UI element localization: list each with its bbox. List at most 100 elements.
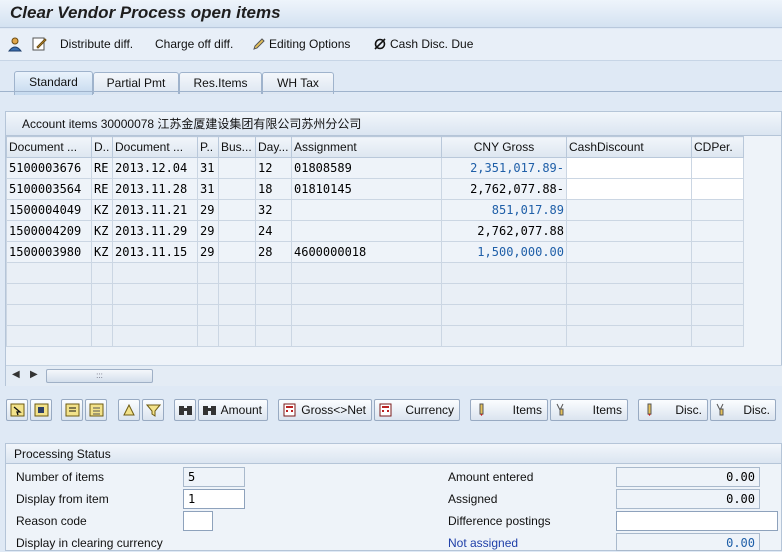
- filter-button[interactable]: [142, 399, 164, 421]
- cell-business-area[interactable]: [218, 199, 256, 221]
- cell-doc-type[interactable]: KZ: [91, 220, 113, 242]
- cell-days[interactable]: 32: [255, 199, 292, 221]
- person-icon[interactable]: [6, 35, 24, 53]
- activate-items-button[interactable]: [61, 399, 83, 421]
- cell-posting-key[interactable]: 29: [197, 220, 219, 242]
- cell-cash-discount[interactable]: [566, 157, 692, 179]
- cell-document-date[interactable]: 2013.11.21: [112, 199, 198, 221]
- cell-doc-type[interactable]: RE: [91, 157, 113, 179]
- table-header-row: Document ... D.. Document ... P.. Bus...…: [6, 136, 744, 158]
- cell-business-area[interactable]: [218, 220, 256, 242]
- cell-document-date[interactable]: 2013.11.28: [112, 178, 198, 200]
- col-doc-type[interactable]: D..: [91, 136, 113, 158]
- amount-button[interactable]: Amount: [198, 399, 268, 421]
- cell-assignment[interactable]: 4600000018: [291, 241, 442, 263]
- cell-days[interactable]: 18: [255, 178, 292, 200]
- reason-code-input[interactable]: [183, 511, 213, 531]
- currency-button[interactable]: Currency: [374, 399, 460, 421]
- cell-days[interactable]: 12: [255, 157, 292, 179]
- cell-posting-key[interactable]: 29: [197, 241, 219, 263]
- cell-posting-key[interactable]: 31: [197, 178, 219, 200]
- table-row[interactable]: 1500004209 KZ 2013.11.29 29 24 2,762,077…: [6, 220, 744, 242]
- cell-document-number[interactable]: 1500004049: [6, 199, 92, 221]
- deactivate-items-button[interactable]: [85, 399, 107, 421]
- charge-off-diff-button[interactable]: Charge off diff.: [155, 37, 233, 51]
- edit-document-icon[interactable]: [30, 35, 48, 53]
- cell-document-date[interactable]: 2013.12.04: [112, 157, 198, 179]
- cell-document-number[interactable]: 5100003676: [6, 157, 92, 179]
- cell-business-area[interactable]: [218, 157, 256, 179]
- window-title: Clear Vendor Process open items: [10, 3, 281, 22]
- cell-cd-percent[interactable]: [691, 241, 744, 263]
- col-cny-gross[interactable]: CNY Gross: [441, 136, 567, 158]
- table-row[interactable]: 1500004049 KZ 2013.11.21 29 32 851,017.8…: [6, 199, 744, 221]
- cell-doc-type[interactable]: KZ: [91, 199, 113, 221]
- col-cd-percent[interactable]: CDPer.: [691, 136, 744, 158]
- gross-net-button[interactable]: Gross<>Net: [278, 399, 372, 421]
- cell-cny-gross[interactable]: 2,762,077.88: [441, 220, 567, 242]
- sort-button[interactable]: [118, 399, 140, 421]
- cell-doc-type[interactable]: KZ: [91, 241, 113, 263]
- display-from-item-input[interactable]: 1: [183, 489, 245, 509]
- cell-business-area[interactable]: [218, 241, 256, 263]
- reason-code-label: Reason code: [16, 514, 87, 528]
- cell-posting-key[interactable]: 29: [197, 199, 219, 221]
- scroll-left-icon[interactable]: ◀: [12, 369, 20, 380]
- col-document-number[interactable]: Document ...: [6, 136, 92, 158]
- editing-options-button[interactable]: Editing Options: [269, 37, 350, 51]
- cell-cny-gross[interactable]: 2,351,017.89-: [441, 157, 567, 179]
- cell-days[interactable]: 24: [255, 220, 292, 242]
- cell-cd-percent[interactable]: [691, 157, 744, 179]
- cell-document-date[interactable]: 2013.11.29: [112, 220, 198, 242]
- cell-business-area[interactable]: [218, 178, 256, 200]
- col-assignment[interactable]: Assignment: [291, 136, 442, 158]
- cell-cd-percent[interactable]: [691, 220, 744, 242]
- col-posting-key[interactable]: P..: [197, 136, 219, 158]
- cell-cd-percent[interactable]: [691, 199, 744, 221]
- cell-assignment[interactable]: [291, 220, 442, 242]
- cell-cny-gross[interactable]: 851,017.89: [441, 199, 567, 221]
- cell-cash-discount[interactable]: [566, 241, 692, 263]
- cell-document-date[interactable]: 2013.11.15: [112, 241, 198, 263]
- col-document-date[interactable]: Document ...: [112, 136, 198, 158]
- disc-button-2[interactable]: Disc.: [710, 399, 776, 421]
- difference-postings-label: Difference postings: [448, 514, 551, 528]
- difference-postings-input[interactable]: [616, 511, 778, 531]
- cell-cash-discount[interactable]: [566, 220, 692, 242]
- items-button-2[interactable]: Items: [550, 399, 628, 421]
- cell-cny-gross[interactable]: 2,762,077.88-: [441, 178, 567, 200]
- col-days[interactable]: Day...: [255, 136, 292, 158]
- cell-cash-discount[interactable]: [566, 178, 692, 200]
- deactivate-items-icon: [89, 403, 104, 417]
- col-business-area[interactable]: Bus...: [218, 136, 256, 158]
- cell-document-number[interactable]: 1500004209: [6, 220, 92, 242]
- table-row[interactable]: 5100003564 RE 2013.11.28 31 18 01810145 …: [6, 178, 744, 200]
- cell-cash-discount[interactable]: [566, 199, 692, 221]
- cell-assignment[interactable]: [291, 199, 442, 221]
- scroll-right-icon[interactable]: ▶: [30, 369, 38, 380]
- select-all-button[interactable]: [6, 399, 28, 421]
- distribute-diff-button[interactable]: Distribute diff.: [60, 37, 133, 51]
- cell-posting-key[interactable]: 31: [197, 157, 219, 179]
- not-assigned-label: Not assigned: [448, 536, 519, 550]
- cash-disc-due-button[interactable]: Cash Disc. Due: [390, 37, 473, 51]
- horizontal-scrollbar[interactable]: ◀ ▶ :::: [6, 365, 782, 386]
- cell-days[interactable]: 28: [255, 241, 292, 263]
- table-row[interactable]: 1500003980 KZ 2013.11.15 29 28 460000001…: [6, 241, 744, 263]
- cell-assignment[interactable]: 01810145: [291, 178, 442, 200]
- fork-pencil-icon: [556, 403, 564, 416]
- cell-cny-gross[interactable]: 1,500,000.00: [441, 241, 567, 263]
- table-row[interactable]: 5100003676 RE 2013.12.04 31 12 01808589 …: [6, 157, 744, 179]
- find-button[interactable]: [174, 399, 196, 421]
- scrollbar-thumb[interactable]: :::: [46, 369, 153, 383]
- cell-document-number[interactable]: 1500003980: [6, 241, 92, 263]
- cell-cd-percent[interactable]: [691, 178, 744, 200]
- cell-document-number[interactable]: 5100003564: [6, 178, 92, 200]
- items-button-1[interactable]: Items: [470, 399, 548, 421]
- cell-assignment[interactable]: 01808589: [291, 157, 442, 179]
- disc-label-1: Disc.: [675, 403, 702, 417]
- cell-doc-type[interactable]: RE: [91, 178, 113, 200]
- col-cash-discount[interactable]: CashDiscount: [566, 136, 692, 158]
- disc-button-1[interactable]: Disc.: [638, 399, 708, 421]
- select-block-button[interactable]: [30, 399, 52, 421]
